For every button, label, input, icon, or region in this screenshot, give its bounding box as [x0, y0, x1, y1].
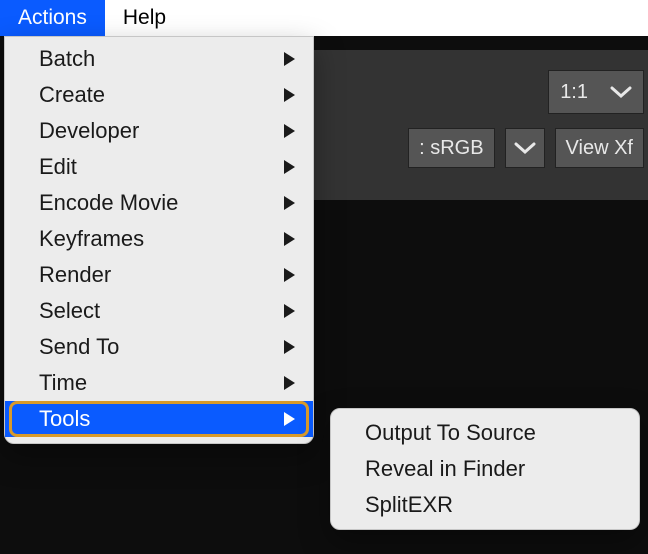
colorspace-dropdown[interactable] — [505, 128, 545, 168]
actions-dropdown: Batch Create Developer Edit Encode Movie… — [4, 36, 314, 444]
menu-item-label: Edit — [39, 154, 77, 180]
chevron-down-icon — [602, 74, 640, 110]
menu-item-label: Send To — [39, 334, 119, 360]
menubar-help[interactable]: Help — [105, 0, 184, 36]
chevron-down-icon — [514, 142, 536, 154]
submenu-arrow-icon — [284, 340, 295, 354]
submenu-arrow-icon — [284, 376, 295, 390]
menu-item-create[interactable]: Create — [5, 77, 313, 113]
submenu-item-output-to-source[interactable]: Output To Source — [331, 415, 639, 451]
menu-item-label: Render — [39, 262, 111, 288]
submenu-arrow-icon — [284, 124, 295, 138]
menu-item-label: Create — [39, 82, 105, 108]
menu-item-select[interactable]: Select — [5, 293, 313, 329]
menu-item-encode-movie[interactable]: Encode Movie — [5, 185, 313, 221]
menu-item-label: Encode Movie — [39, 190, 178, 216]
zoom-value: 1:1 — [552, 74, 596, 110]
menu-item-render[interactable]: Render — [5, 257, 313, 293]
submenu-item-splitexr[interactable]: SplitEXR — [331, 487, 639, 523]
menu-item-time[interactable]: Time — [5, 365, 313, 401]
menubar-actions[interactable]: Actions — [0, 0, 105, 36]
menu-item-label: Keyframes — [39, 226, 144, 252]
menu-item-edit[interactable]: Edit — [5, 149, 313, 185]
colorspace-label: : sRGB — [419, 137, 483, 160]
submenu-arrow-icon — [284, 160, 295, 174]
colorspace-select[interactable]: : sRGB — [408, 128, 494, 168]
menu-item-batch[interactable]: Batch — [5, 41, 313, 77]
menu-item-developer[interactable]: Developer — [5, 113, 313, 149]
submenu-arrow-icon — [284, 268, 295, 282]
menu-item-label: Select — [39, 298, 100, 324]
submenu-item-reveal-in-finder[interactable]: Reveal in Finder — [331, 451, 639, 487]
submenu-arrow-icon — [284, 412, 295, 426]
menu-item-send-to[interactable]: Send To — [5, 329, 313, 365]
submenu-arrow-icon — [284, 304, 295, 318]
menu-item-label: Batch — [39, 46, 95, 72]
menu-item-label: Tools — [39, 406, 90, 432]
submenu-arrow-icon — [284, 88, 295, 102]
menu-item-tools[interactable]: Tools — [5, 401, 313, 437]
menubar: Actions Help — [0, 0, 648, 36]
zoom-control[interactable]: 1:1 — [548, 70, 644, 114]
menu-item-label: Time — [39, 370, 87, 396]
menu-item-keyframes[interactable]: Keyframes — [5, 221, 313, 257]
submenu-arrow-icon — [284, 52, 295, 66]
submenu-arrow-icon — [284, 196, 295, 210]
submenu-item-label: SplitEXR — [365, 492, 453, 518]
view-xf-button[interactable]: View Xf — [555, 128, 644, 168]
submenu-arrow-icon — [284, 232, 295, 246]
submenu-item-label: Reveal in Finder — [365, 456, 525, 482]
submenu-item-label: Output To Source — [365, 420, 536, 446]
menu-item-label: Developer — [39, 118, 139, 144]
view-xf-label: View Xf — [566, 137, 633, 160]
tools-submenu: Output To Source Reveal in Finder SplitE… — [330, 408, 640, 530]
